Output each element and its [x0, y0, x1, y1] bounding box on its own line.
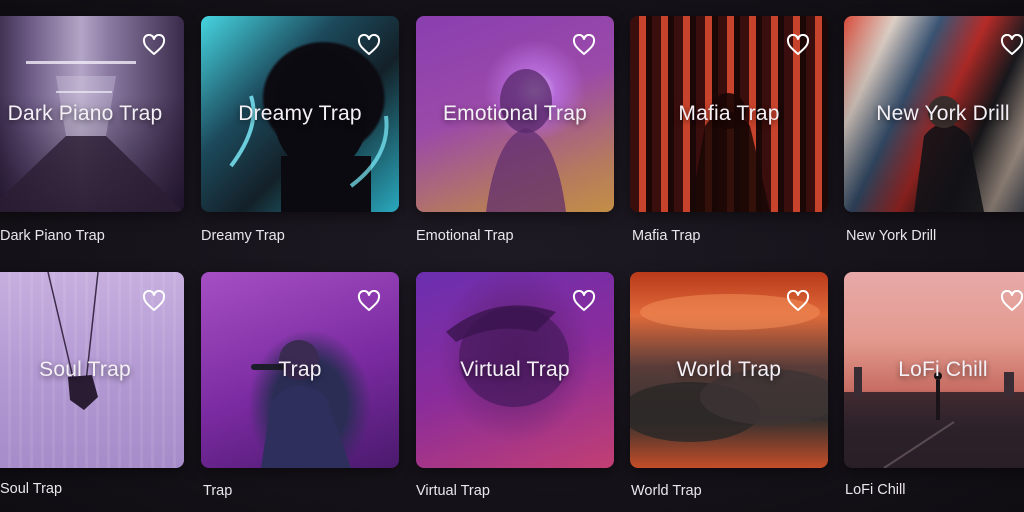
- genre-card-title: Dreamy Trap: [238, 102, 362, 125]
- heart-icon[interactable]: [572, 34, 596, 56]
- genre-card-title: Dark Piano Trap: [7, 102, 163, 125]
- heart-icon[interactable]: [572, 290, 596, 312]
- genre-card-virtual-trap[interactable]: Virtual Trap: [416, 272, 614, 468]
- genre-card-title: Mafia Trap: [678, 102, 780, 125]
- genre-card-lofi-chill[interactable]: LoFi Chill: [844, 272, 1024, 468]
- genre-card-title: World Trap: [676, 358, 782, 381]
- genre-card-new-york-drill[interactable]: New York Drill: [844, 16, 1024, 212]
- genre-card-dreamy-trap[interactable]: Dreamy Trap: [201, 16, 399, 212]
- heart-icon[interactable]: [786, 290, 810, 312]
- genre-card-dark-piano-trap[interactable]: Dark Piano Trap: [0, 16, 184, 212]
- heart-icon[interactable]: [142, 34, 166, 56]
- genre-card-title: Emotional Trap: [442, 102, 588, 125]
- genre-card-soul-trap[interactable]: Soul Trap: [0, 272, 184, 468]
- genre-grid: Dark Piano Trap Dark Piano Trap Dreamy T…: [0, 0, 1024, 512]
- genre-caption[interactable]: Soul Trap: [0, 481, 62, 497]
- heart-icon[interactable]: [1000, 34, 1024, 56]
- genre-card-emotional-trap[interactable]: Emotional Trap: [416, 16, 614, 212]
- genre-card-world-trap[interactable]: World Trap: [630, 272, 828, 468]
- genre-caption[interactable]: Dreamy Trap: [201, 228, 285, 244]
- genre-card-title: Virtual Trap: [460, 358, 570, 381]
- heart-icon[interactable]: [142, 290, 166, 312]
- genre-caption[interactable]: Emotional Trap: [416, 228, 514, 244]
- heart-icon[interactable]: [357, 34, 381, 56]
- genre-caption[interactable]: Dark Piano Trap: [0, 228, 105, 244]
- genre-card-title: Soul Trap: [39, 358, 131, 381]
- genre-caption[interactable]: World Trap: [631, 483, 702, 499]
- genre-card-title: LoFi Chill: [898, 358, 988, 381]
- genre-caption[interactable]: New York Drill: [846, 228, 936, 244]
- genre-card-title: Trap: [278, 358, 322, 381]
- genre-card-title: New York Drill: [876, 102, 1010, 125]
- genre-caption[interactable]: Virtual Trap: [416, 483, 490, 499]
- genre-caption[interactable]: LoFi Chill: [845, 482, 905, 498]
- genre-card-trap[interactable]: Trap: [201, 272, 399, 468]
- genre-caption[interactable]: Mafia Trap: [632, 228, 701, 244]
- genre-caption[interactable]: Trap: [203, 483, 232, 499]
- genre-card-mafia-trap[interactable]: Mafia Trap: [630, 16, 828, 212]
- heart-icon[interactable]: [357, 290, 381, 312]
- heart-icon[interactable]: [786, 34, 810, 56]
- heart-icon[interactable]: [1000, 290, 1024, 312]
